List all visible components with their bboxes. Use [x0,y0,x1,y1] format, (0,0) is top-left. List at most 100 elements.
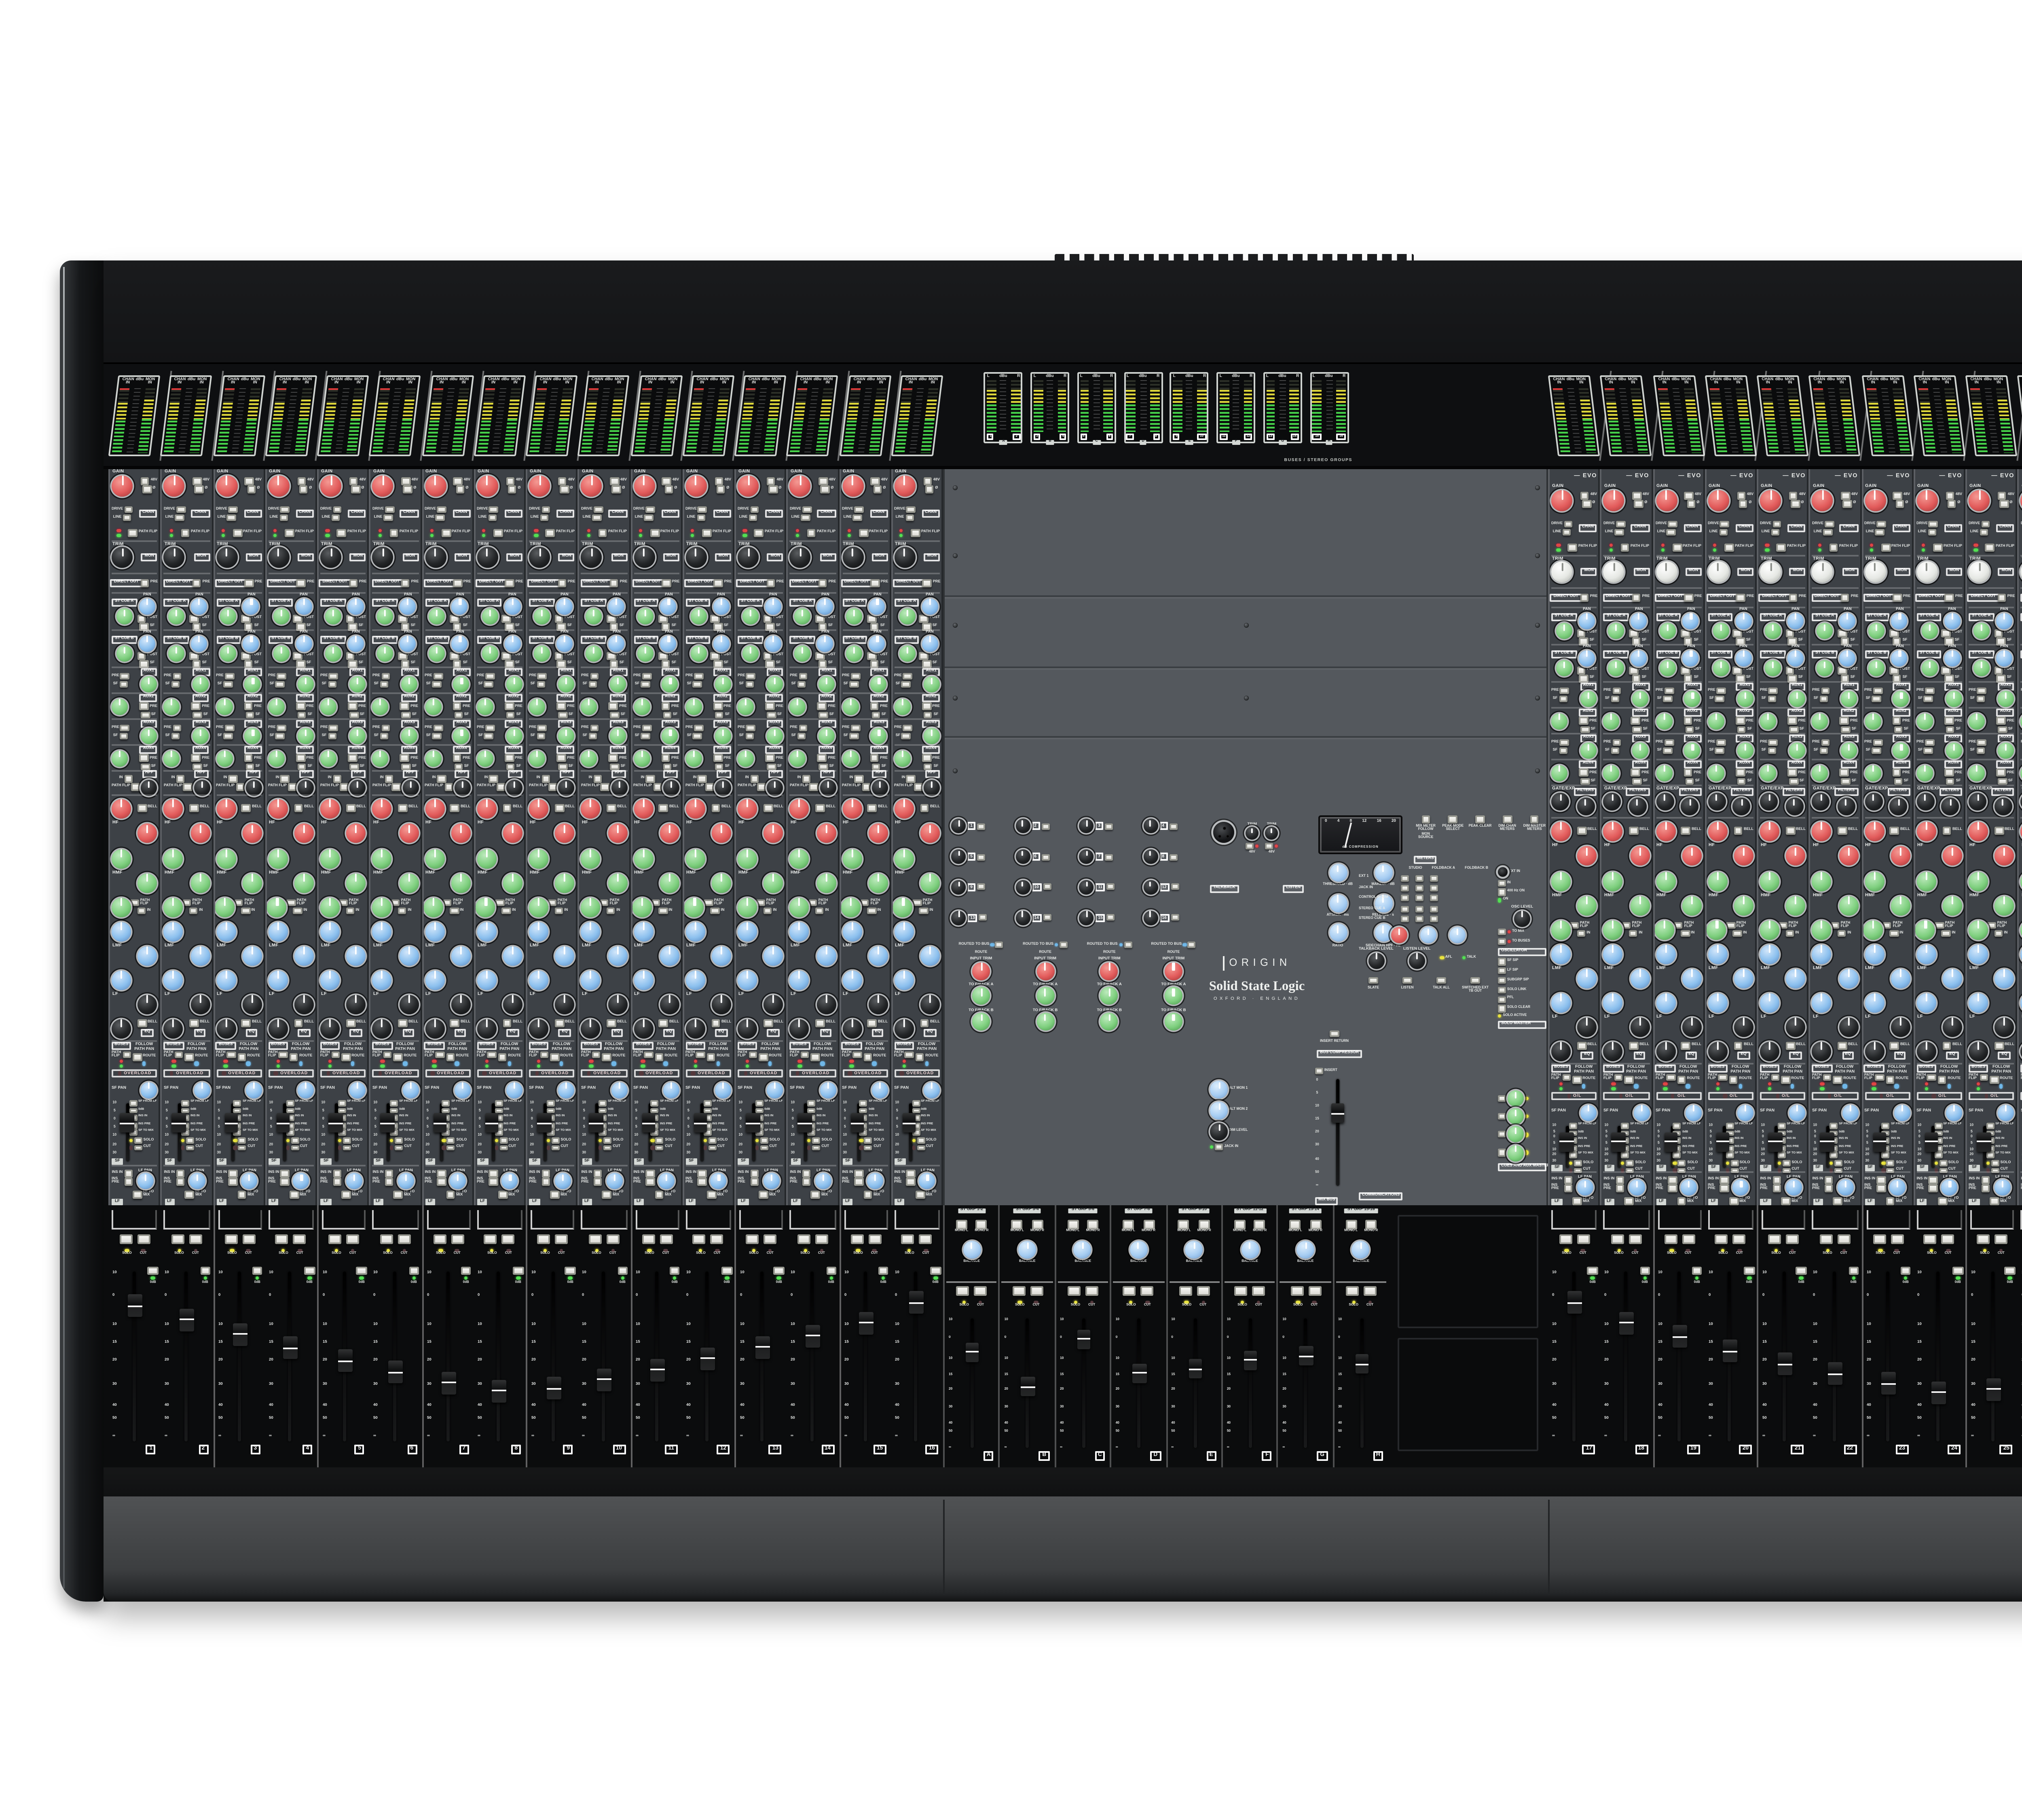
talkback-xlr[interactable] [1213,822,1234,843]
400-hz-on-button[interactable]: 400 Hz ON [1498,889,1546,896]
ins-pre-button[interactable]: INS PRE [320,1178,342,1185]
grn-knob[interactable] [1712,660,1728,676]
grn-knob[interactable] [819,728,835,745]
grn-knob[interactable] [1556,622,1572,639]
blu-knob[interactable]: PAN [1892,644,1908,666]
blu-knob[interactable]: PAN [869,630,886,652]
line-button[interactable]: LINE [1866,529,1885,536]
ins-in-button[interactable]: INS IN [112,1170,133,1177]
path-flip-button[interactable]: PATH FLIP [704,899,732,906]
blu-knob[interactable] [920,946,940,965]
solo-button[interactable]: SOLO [912,1137,936,1143]
blu-knob[interactable] [1943,968,1962,988]
blu-knob[interactable] [738,921,757,941]
ins-in-button[interactable]: INS IN [1708,1176,1729,1183]
comms-matrix-button[interactable] [1430,885,1438,892]
lf-pan-knob[interactable]: LF PAN [294,1168,310,1190]
grn-knob[interactable] [1921,660,1937,676]
post-button[interactable]: POST [1890,667,1910,674]
attack-knob[interactable] [1329,894,1347,912]
cut-button[interactable]: CUT [442,1145,464,1151]
pre-button[interactable]: PRE [1656,687,1673,694]
sf-button[interactable]: SF [1918,695,1933,703]
path-flip-button[interactable]: PATH FLIP [268,1051,288,1058]
grn-knob[interactable] [1995,895,2014,915]
sf-from-lf-button[interactable]: SF FROM LF [1725,1123,1753,1129]
blu-knob[interactable] [1656,993,1675,1012]
grn-knob[interactable] [1998,691,2014,707]
red-knob[interactable] [1916,489,1937,510]
in-button[interactable]: IN [275,775,289,782]
red-knob[interactable] [1969,489,1990,510]
pre-button[interactable]: PRE [662,580,679,587]
listen-level-knob[interactable]: LISTEN LEVEL [1403,947,1431,969]
comms-matrix-button[interactable] [1401,895,1409,902]
pre-button[interactable]: PRE [922,703,940,710]
path-flip-button[interactable]: PATH FLIP [633,1051,653,1058]
pre-button[interactable]: PRE [766,755,783,762]
input-trim-knob[interactable]: INPUT TRIM [1163,957,1185,980]
red-knob[interactable] [1656,489,1677,510]
sf-to-mix-button[interactable]: SF TO MIX [1725,1153,1749,1159]
--button[interactable]: Ø [508,486,520,493]
blu-knob[interactable] [1894,1104,1910,1120]
blk-knob[interactable] [1786,1017,1806,1036]
sf-button[interactable]: SF [635,681,650,688]
blu-knob[interactable] [190,946,209,965]
pre-button[interactable]: PRE [842,724,860,731]
path-flip-button[interactable]: PATH FLIP [477,1051,497,1058]
in-button[interactable]: IN [450,907,463,914]
ins-pre-button[interactable]: INS PRE [842,1178,863,1185]
grn-knob[interactable] [715,677,731,693]
blu-knob[interactable]: PAN [1787,607,1804,629]
blk-knob[interactable] [1760,1041,1779,1060]
grn-knob[interactable] [767,677,783,693]
blk-knob[interactable] [1578,1017,1597,1036]
grn-knob[interactable] [1838,895,1858,915]
blu-knob[interactable]: PAN [400,593,416,614]
blu-knob[interactable]: PAN [765,593,781,614]
blu-knob[interactable]: PAN [713,630,729,652]
pre-button[interactable]: PRE [112,672,129,679]
grn-knob[interactable] [920,873,940,892]
drive-button[interactable]: DRIVE [529,506,550,513]
bell-button[interactable]: BELL [294,804,314,812]
blk-knob[interactable] [738,1018,757,1038]
red-knob[interactable] [868,823,888,843]
sf-button[interactable]: SF [531,732,546,740]
bell-button[interactable]: BELL [1577,827,1597,834]
lf-pan-knob[interactable]: LF PAN [1890,1175,1906,1196]
fader-cap[interactable] [850,1113,864,1132]
line-button[interactable]: LINE [322,514,341,521]
ins-pre-button[interactable]: INS PRE [1812,1185,1834,1192]
path-flip-button[interactable]: PATH FLIP [685,1051,705,1058]
grn-knob[interactable] [1685,743,1701,759]
red-knob[interactable] [477,475,498,496]
grn-knob[interactable] [111,897,131,916]
48v-button[interactable]: 48V [1685,492,1702,499]
sf-from-lf-button[interactable]: SF FROM LF [1673,1123,1701,1129]
sf-to-mix-button[interactable]: SF TO MIX [1673,1153,1697,1159]
sf-button[interactable]: SF [611,711,626,719]
grn-knob[interactable] [372,897,391,916]
pre-button[interactable]: PRE [1736,717,1753,725]
red-knob[interactable] [633,475,654,496]
comms-matrix-button[interactable] [1430,906,1438,912]
blk-knob[interactable] [738,547,759,568]
solo-button[interactable]: SOLO [1725,1160,1750,1166]
lf-pan-knob[interactable]: LF PAN [1733,1175,1749,1196]
blk-knob[interactable] [164,1018,183,1038]
line-button[interactable]: LINE [1918,529,1937,536]
solo-button[interactable]: SOLO [859,1137,884,1143]
pre-button[interactable]: PRE [400,755,418,762]
red-knob[interactable] [399,823,418,843]
sf-button[interactable]: SF [1685,726,1700,733]
48v-button[interactable]: 48V [1789,492,1806,499]
--button[interactable]: Ø [873,486,886,493]
sf-from-lf-button[interactable]: SF FROM LF [1777,1123,1805,1129]
blu-knob[interactable] [1969,944,1988,963]
pre-button[interactable]: PRE [425,672,442,679]
fader-cap[interactable] [120,1113,134,1132]
48v-button[interactable]: 48V [871,477,888,485]
sf-to-mix-button[interactable]: SF TO MIX [1986,1153,2010,1159]
